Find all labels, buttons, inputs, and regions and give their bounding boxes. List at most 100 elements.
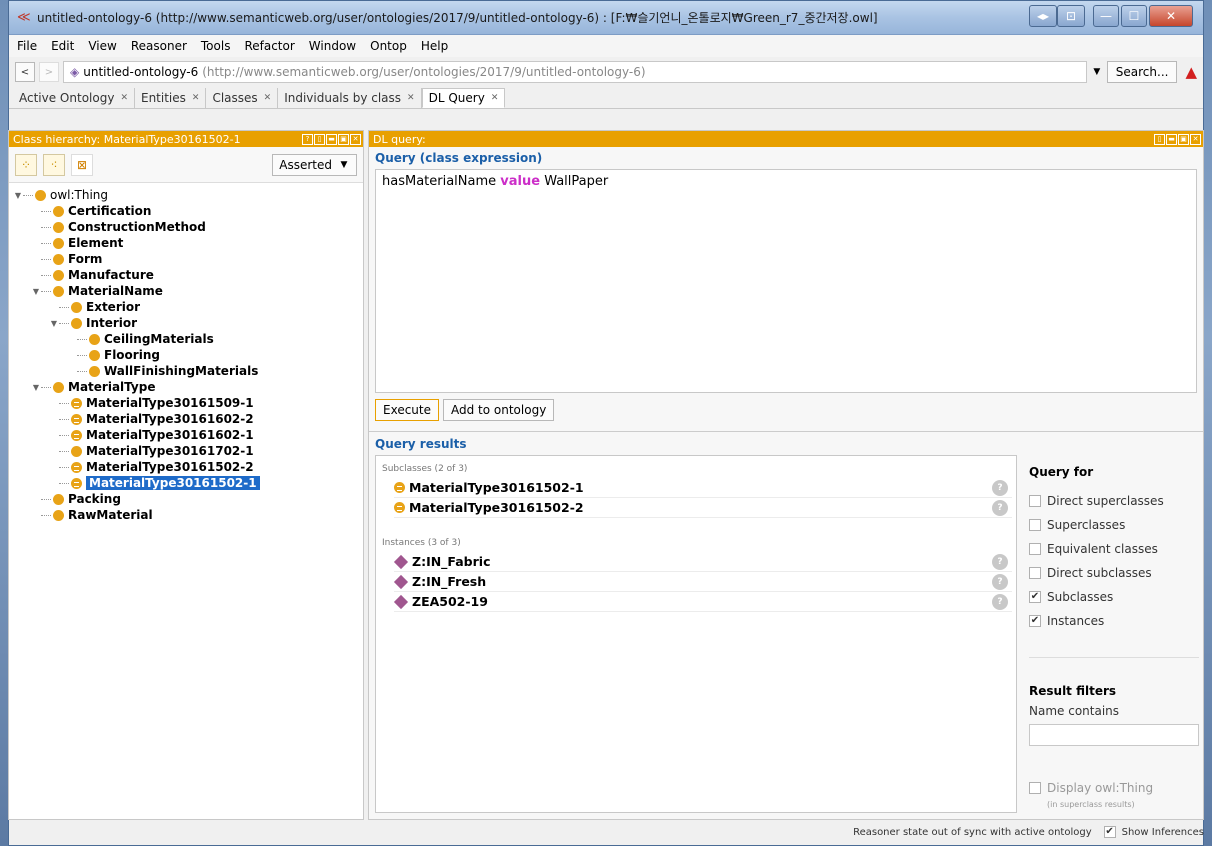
close-button[interactable]: ✕ (1149, 5, 1193, 27)
menu-tools[interactable]: Tools (201, 39, 231, 53)
tree-node[interactable]: MaterialType30161602-2 (13, 411, 363, 427)
forward-button[interactable]: > (39, 62, 59, 82)
results-area: Subclasses (2 of 3) MaterialType30161502… (369, 455, 1203, 819)
menu-ontop[interactable]: Ontop (370, 39, 407, 53)
query-for-checkbox[interactable]: Direct superclasses (1029, 489, 1199, 513)
tree-node[interactable]: ▼ MaterialName (13, 283, 363, 299)
query-for-checkbox[interactable]: Superclasses (1029, 513, 1199, 537)
explanation-icon[interactable]: ? (992, 573, 1008, 590)
add-subclass-icon[interactable]: ⁘ (15, 153, 37, 176)
tree-node[interactable]: Form (13, 251, 363, 267)
tree-node-label: MaterialType30161502-2 (86, 460, 254, 474)
close-icon[interactable]: ✕ (350, 133, 361, 145)
instance-result-row[interactable]: ZEA502-19? (393, 592, 1012, 612)
tree-node[interactable]: MaterialType30161702-1 (13, 443, 363, 459)
tab-entities[interactable]: Entities ✕ (135, 88, 207, 108)
query-for-checkbox[interactable]: Direct subclasses (1029, 561, 1199, 585)
back-button[interactable]: < (15, 62, 35, 82)
minimize-button[interactable]: — (1093, 5, 1119, 27)
tree-node[interactable]: CeilingMaterials (13, 331, 363, 347)
warning-icon[interactable]: ▲ (1185, 63, 1197, 81)
ontology-icon: ◈ (70, 65, 80, 79)
menu-reasoner[interactable]: Reasoner (131, 39, 187, 53)
execute-button[interactable]: Execute (375, 399, 439, 421)
tree-node[interactable]: Packing (13, 491, 363, 507)
maximize-button[interactable]: ☐ (1121, 5, 1147, 27)
tree-node[interactable]: Certification (13, 203, 363, 219)
tree-node[interactable]: ConstructionMethod (13, 219, 363, 235)
tree-line (59, 450, 69, 452)
expand-arrow-icon[interactable]: ▼ (31, 383, 41, 392)
split-icon[interactable]: ▯ (1154, 133, 1165, 145)
delete-class-icon[interactable]: ⊠ (71, 153, 93, 176)
search-button[interactable]: Search... (1106, 61, 1178, 83)
menu-help[interactable]: Help (421, 39, 448, 53)
explanation-icon[interactable]: ? (992, 593, 1008, 610)
expand-arrow-icon[interactable]: ▼ (49, 319, 59, 328)
close-icon[interactable]: ✕ (1190, 133, 1201, 145)
add-sibling-class-icon[interactable]: ⁖ (43, 153, 65, 176)
tree-node[interactable]: MaterialType30161602-1 (13, 427, 363, 443)
close-icon[interactable]: ✕ (264, 93, 272, 103)
name-contains-input[interactable] (1029, 724, 1199, 746)
close-icon[interactable]: ✕ (407, 93, 415, 103)
float-icon[interactable]: ▣ (338, 133, 349, 145)
tab-classes[interactable]: Classes ✕ (206, 88, 279, 108)
tab-active-ontology[interactable]: Active Ontology ✕ (13, 88, 135, 108)
tree-node[interactable]: MaterialType30161502-2 (13, 459, 363, 475)
tab-individuals-by-class[interactable]: Individuals by class ✕ (278, 88, 422, 108)
tree-node[interactable]: Element (13, 235, 363, 251)
close-icon[interactable]: ✕ (120, 93, 128, 103)
ontology-address-field[interactable]: ◈ untitled-ontology-6 (http://www.semant… (63, 61, 1087, 83)
subclass-result-row[interactable]: MaterialType30161502-2? (394, 498, 1012, 518)
menu-window[interactable]: Window (309, 39, 356, 53)
query-text: WallPaper (540, 174, 609, 189)
menu-view[interactable]: View (88, 39, 116, 53)
restore-icon[interactable]: ⊡ (1057, 5, 1085, 27)
tree-node[interactable]: MaterialType30161502-1 (13, 475, 363, 491)
chevron-down-icon[interactable]: ▼ (1091, 67, 1103, 77)
minimize-icon[interactable]: ▬ (326, 133, 337, 145)
expand-arrow-icon[interactable]: ▼ (13, 191, 23, 200)
tree-node[interactable]: Manufacture (13, 267, 363, 283)
show-inferences-checkbox[interactable]: ✔ (1103, 826, 1116, 838)
float-icon[interactable]: ▣ (1178, 133, 1189, 145)
tree-node[interactable]: ▼ Interior (13, 315, 363, 331)
reasoner-status: Reasoner state out of sync with active o… (853, 826, 1092, 838)
expand-arrow-icon[interactable]: ▼ (31, 287, 41, 296)
query-for-checkbox[interactable]: ✔ Subclasses (1029, 585, 1199, 609)
explanation-icon[interactable]: ? (992, 479, 1008, 496)
split-icon[interactable]: ▯ (314, 133, 325, 145)
instance-result-row[interactable]: Z:IN_Fresh? (393, 572, 1012, 592)
tree-node[interactable]: RawMaterial (13, 507, 363, 523)
asserted-dropdown[interactable]: Asserted ▼ (272, 153, 357, 176)
display-owl-thing-checkbox[interactable]: Display owl:Thing (1029, 776, 1199, 800)
class-tree[interactable]: ▼ owl:Thing Certification ConstructionMetho… (9, 183, 363, 819)
menu-edit[interactable]: Edit (51, 39, 74, 53)
subclass-result-row[interactable]: MaterialType30161502-1? (394, 478, 1012, 498)
query-section-title: Query (class expression) (375, 151, 543, 165)
resize-icon[interactable]: ◂▸ (1029, 5, 1057, 27)
instance-result-row[interactable]: Z:IN_Fabric? (393, 552, 1012, 572)
explanation-icon[interactable]: ? (992, 553, 1008, 570)
close-icon[interactable]: ✕ (192, 93, 200, 103)
tree-node[interactable]: MaterialType30161509-1 (13, 395, 363, 411)
tree-line (41, 514, 51, 516)
minimize-icon[interactable]: ▬ (1166, 133, 1177, 145)
tree-node-label: Element (68, 236, 124, 250)
tab-dl-query[interactable]: DL Query ✕ (421, 88, 506, 108)
query-for-checkbox[interactable]: ✔ Instances (1029, 609, 1199, 633)
add-to-ontology-button[interactable]: Add to ontology (443, 399, 555, 421)
tree-node[interactable]: WallFinishingMaterials (13, 363, 363, 379)
query-editor[interactable]: hasMaterialName value WallPaper (375, 169, 1197, 393)
menu-refactor[interactable]: Refactor (244, 39, 294, 53)
query-for-checkbox[interactable]: Equivalent classes (1029, 537, 1199, 561)
tree-node[interactable]: ▼ MaterialType (13, 379, 363, 395)
menu-file[interactable]: File (17, 39, 37, 53)
tree-node[interactable]: Exterior (13, 299, 363, 315)
help-icon[interactable]: ? (302, 133, 313, 145)
close-icon[interactable]: ✕ (491, 93, 499, 103)
tree-node[interactable]: Flooring (13, 347, 363, 363)
tree-node[interactable]: ▼ owl:Thing (13, 187, 363, 203)
explanation-icon[interactable]: ? (992, 499, 1008, 516)
